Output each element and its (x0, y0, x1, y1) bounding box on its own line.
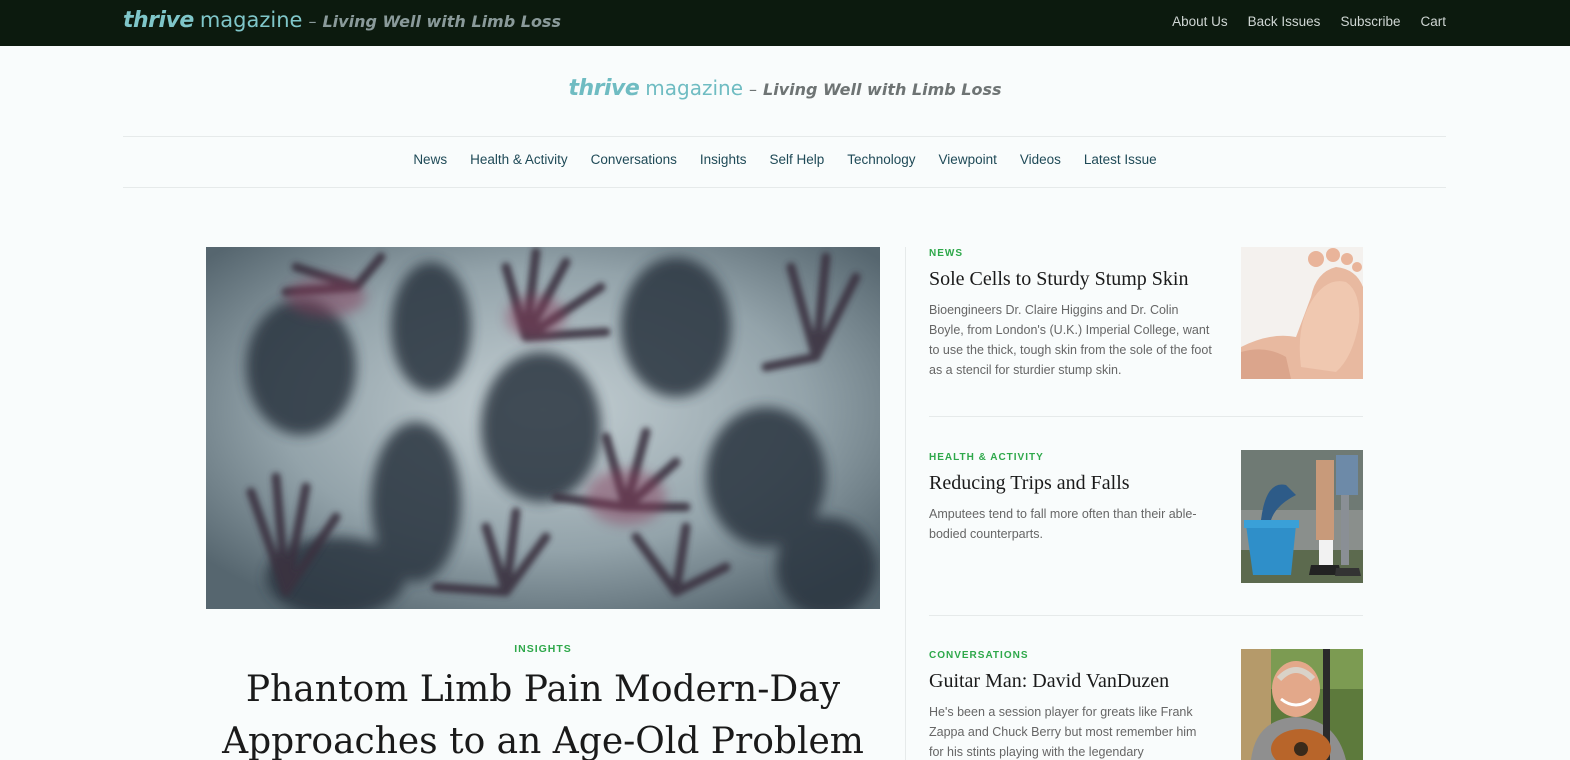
nav-viewpoint[interactable]: Viewpoint (939, 152, 997, 167)
article-title[interactable]: Reducing Trips and Falls (929, 472, 1219, 495)
article-divider (929, 615, 1363, 616)
logo-tagline: Living Well with Limb Loss (322, 12, 561, 31)
article-thumbnail[interactable] (1241, 450, 1363, 583)
nav-videos[interactable]: Videos (1020, 152, 1061, 167)
feature-title[interactable]: Phantom Limb Pain Modern-Day Approaches … (206, 664, 880, 760)
masthead-dash: – (749, 80, 758, 99)
article-title[interactable]: Sole Cells to Sturdy Stump Skin (929, 268, 1219, 291)
main-nav: News Health & Activity Conversations Ins… (0, 152, 1570, 167)
feature-image[interactable] (206, 247, 880, 609)
feature-category[interactable]: INSIGHTS (206, 643, 880, 655)
masthead-magazine-text: magazine (645, 76, 744, 100)
nav-insights[interactable]: Insights (700, 152, 747, 167)
top-bar: thrive magazine – Living Well with Limb … (0, 0, 1570, 46)
feature-image-art (206, 247, 880, 609)
article-excerpt: Amputees tend to fall more often than th… (929, 507, 1197, 541)
nav-top-rule (123, 136, 1446, 137)
article-divider (929, 416, 1363, 417)
about-us-link[interactable]: About Us (1172, 14, 1228, 29)
cart-link[interactable]: Cart (1420, 14, 1446, 29)
article-thumbnail[interactable] (1241, 247, 1363, 379)
nav-technology[interactable]: Technology (847, 152, 915, 167)
article-thumbnail[interactable] (1241, 649, 1363, 760)
back-issues-link[interactable]: Back Issues (1248, 14, 1321, 29)
nav-latest-issue[interactable]: Latest Issue (1084, 152, 1157, 167)
article-title[interactable]: Guitar Man: David VanDuzen (929, 670, 1219, 693)
column-divider (905, 247, 906, 760)
logo-magazine-text: magazine (199, 8, 303, 32)
logo-thrive-text: thrive (123, 8, 194, 33)
masthead-tagline: Living Well with Limb Loss (763, 80, 1002, 99)
nav-self-help[interactable]: Self Help (769, 152, 824, 167)
utility-nav: About Us Back Issues Subscribe Cart (1172, 14, 1446, 29)
masthead-thrive-text: thrive (568, 76, 640, 101)
nav-health-activity[interactable]: Health & Activity (470, 152, 568, 167)
foot-image (1241, 247, 1363, 379)
site-logo[interactable]: thrive magazine – Living Well with Limb … (123, 8, 561, 33)
subscribe-link[interactable]: Subscribe (1340, 14, 1400, 29)
masthead: thrive magazine – Living Well with Limb … (0, 76, 1570, 101)
nav-news[interactable]: News (413, 152, 447, 167)
masthead-logo[interactable]: thrive magazine – Living Well with Limb … (568, 76, 1001, 101)
logo-dash: – (308, 12, 317, 31)
nav-conversations[interactable]: Conversations (591, 152, 677, 167)
article-excerpt: Bioengineers Dr. Claire Higgins and Dr. … (929, 303, 1212, 377)
guitarist-image (1241, 649, 1363, 760)
article-excerpt: He's been a session player for greats li… (929, 705, 1197, 759)
nav-bottom-rule (123, 187, 1446, 188)
mop-bucket-image (1241, 450, 1363, 583)
